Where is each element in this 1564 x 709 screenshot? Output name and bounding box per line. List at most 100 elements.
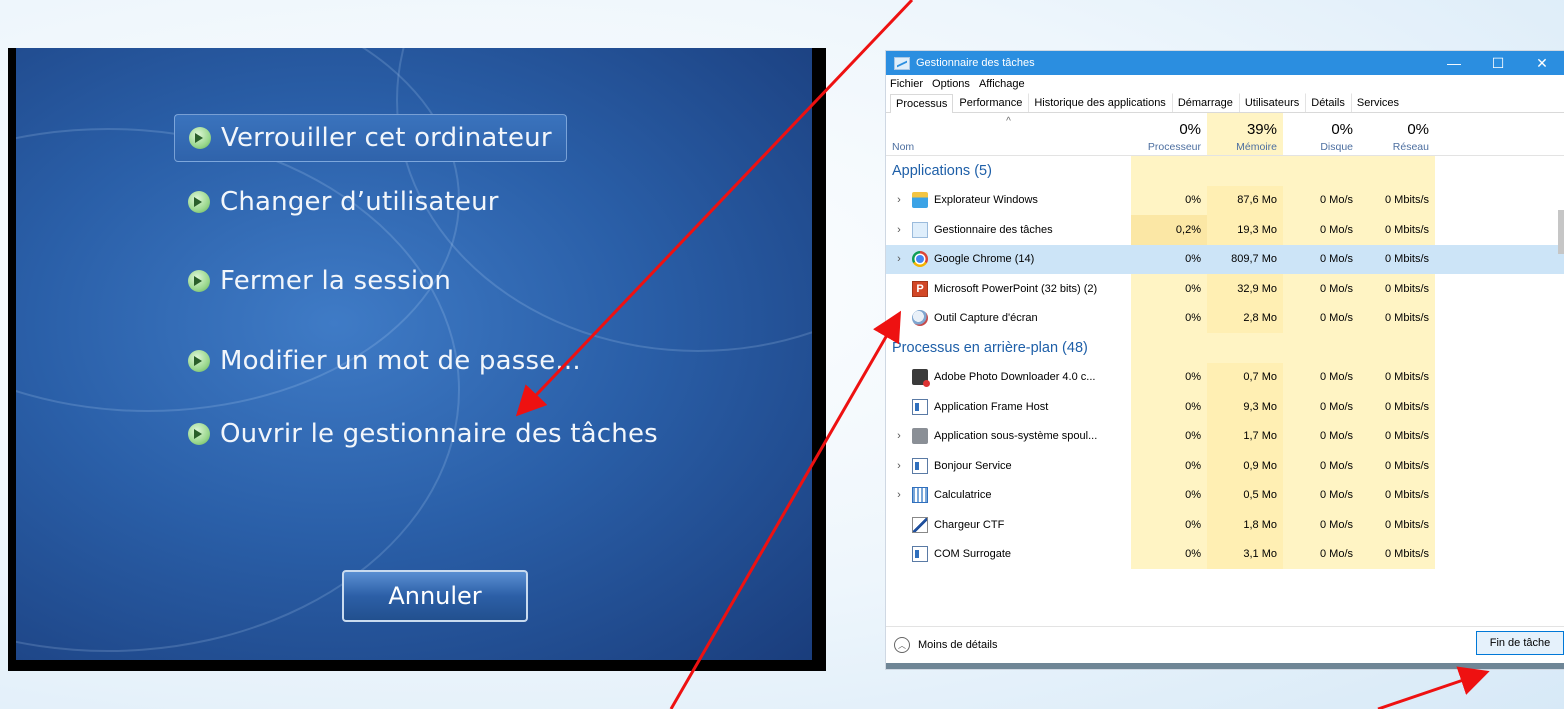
process-row[interactable]: ›Adobe Photo Downloader 4.0 c...0%0,7 Mo… <box>886 362 1564 392</box>
maximize-button[interactable]: ☐ <box>1476 51 1520 75</box>
process-name: Chargeur CTF <box>934 518 1005 531</box>
memory-column-header[interactable]: 39% Mémoire <box>1207 113 1283 155</box>
tab-app-history[interactable]: Historique des applications <box>1028 93 1171 112</box>
disk-cell: 0 Mo/s <box>1283 215 1359 245</box>
group-label: Processus en arrière-plan (48) <box>892 339 1088 356</box>
expand-chevron-icon[interactable]: › <box>891 194 907 206</box>
memory-cell <box>1207 333 1283 363</box>
process-row[interactable]: › Google Chrome (14) 0% 809,7 Mo 0 Mo/s 0 Mbi… <box>886 244 1564 274</box>
lock-computer-option[interactable]: Verrouiller cet ordinateur <box>174 114 567 162</box>
process-row[interactable]: › Bonjour Service 0% 0,9 Mo 0 Mo/s 0 Mbits/s <box>886 451 1564 481</box>
network-cell: 0 Mbits/s <box>1359 303 1435 333</box>
snipping-tool-icon <box>912 310 928 327</box>
network-cell: 0 Mbits/s <box>1359 421 1435 451</box>
cpu-cell: 0% <box>1131 303 1207 333</box>
network-column-header[interactable]: 0% Réseau <box>1359 113 1435 155</box>
memory-cell: 0,5 Mo <box>1207 480 1283 510</box>
process-name: Gestionnaire des tâches <box>934 223 1053 236</box>
process-name: Adobe Photo Downloader 4.0 c... <box>934 371 1096 384</box>
switch-user-option[interactable]: Changer d’utilisateur <box>188 187 499 217</box>
memory-cell: 87,6 Mo <box>1207 185 1283 215</box>
disk-total: 0% <box>1331 121 1353 138</box>
arrow-circle-icon <box>188 270 210 292</box>
cancel-button[interactable]: Annuler <box>342 570 528 622</box>
window-title: Gestionnaire des tâches <box>916 57 1035 69</box>
process-row[interactable]: ›PMicrosoft PowerPoint (32 bits) (2)0%32… <box>886 274 1564 304</box>
cpu-cell: 0% <box>1185 253 1201 266</box>
disk-cell: 0 Mo/s <box>1283 362 1359 392</box>
cpu-cell: 0% <box>1131 185 1207 215</box>
cpu-cell: 0% <box>1131 421 1207 451</box>
open-task-manager-option[interactable]: Ouvrir le gestionnaire des tâches <box>188 419 658 449</box>
process-row[interactable]: ›COM Surrogate0%3,1 Mo0 Mo/s0 Mbits/s <box>886 539 1564 569</box>
network-cell: 0 Mbits/s <box>1359 274 1435 304</box>
process-row[interactable]: › Outil Capture d'écran 0% 2,8 Mo 0 Mo/s 0 Mb… <box>886 303 1564 333</box>
process-row[interactable]: ›Chargeur CTF0%1,8 Mo0 Mo/s0 Mbits/s <box>886 510 1564 540</box>
process-row[interactable]: › Application sous-système spoul... 0% 1,7 … <box>886 421 1564 451</box>
expand-chevron-icon[interactable]: › <box>891 430 907 442</box>
column-name-header[interactable]: Nom <box>892 141 914 153</box>
process-name-cell: › Calculatrice <box>886 481 1131 511</box>
title-bar: Gestionnaire des tâches — ☐ ✕ <box>886 51 1564 75</box>
scrollbar-thumb[interactable] <box>1558 210 1564 254</box>
memory-cell: 809,7 Mo <box>1231 253 1277 266</box>
process-row[interactable]: › Explorateur Windows 0% 87,6 Mo 0 Mo/s 0 Mbi… <box>886 185 1564 215</box>
option-label: Verrouiller cet ordinateur <box>221 123 552 153</box>
menu-view[interactable]: Affichage <box>979 78 1025 90</box>
tab-users[interactable]: Utilisateurs <box>1238 93 1305 112</box>
cpu-cell: 0% <box>1131 510 1207 540</box>
process-name-cell: ›Chargeur CTF <box>886 510 1131 540</box>
process-row[interactable]: ›Application Frame Host0%9,3 Mo0 Mo/s0 M… <box>886 392 1564 422</box>
expand-chevron-icon[interactable]: › <box>891 489 907 501</box>
cpu-cell <box>1131 333 1207 363</box>
cpu-cell: 0% <box>1131 362 1207 392</box>
disk-column-header[interactable]: 0% Disque <box>1283 113 1359 155</box>
disk-cell <box>1283 333 1359 363</box>
process-name-cell: › Bonjour Service <box>886 451 1131 481</box>
cpu-cell: 0% <box>1131 274 1207 304</box>
process-name: Application sous-système spoul... <box>934 430 1098 443</box>
fewer-details-button[interactable]: ︿ Moins de détails <box>894 637 998 653</box>
process-row[interactable]: › Calculatrice 0% 0,5 Mo 0 Mo/s 0 Mbits/s <box>886 480 1564 511</box>
expand-chevron-icon[interactable]: › <box>891 253 907 265</box>
chrome-icon <box>912 251 928 268</box>
printer-icon <box>912 428 928 445</box>
tab-processes[interactable]: Processus <box>890 94 954 113</box>
sign-out-option[interactable]: Fermer la session <box>188 266 451 296</box>
memory-cell: 1,7 Mo <box>1207 421 1283 451</box>
tab-startup[interactable]: Démarrage <box>1171 93 1239 112</box>
menu-options[interactable]: Options <box>932 78 970 90</box>
close-button[interactable]: ✕ <box>1520 51 1564 75</box>
memory-label: Mémoire <box>1236 141 1277 153</box>
process-name: Application Frame Host <box>934 400 1049 413</box>
process-name-cell: ›PMicrosoft PowerPoint (32 bits) (2) <box>886 274 1131 304</box>
end-task-button[interactable]: Fin de tâche <box>1476 631 1564 655</box>
network-cell: 0 Mbits/s <box>1359 451 1435 481</box>
menu-file[interactable]: Fichier <box>890 78 923 90</box>
arrow-circle-icon <box>188 350 210 372</box>
desktop-strip <box>886 663 1564 669</box>
cpu-cell: 0% <box>1131 539 1207 569</box>
cpu-label: Processeur <box>1147 141 1201 153</box>
expand-chevron-icon[interactable]: › <box>891 460 907 472</box>
process-row[interactable]: › Gestionnaire des tâches 0,2% 19,3 Mo 0 Mo/… <box>886 215 1564 245</box>
com-surrogate-icon <box>912 546 928 563</box>
process-name-cell: ›Application Frame Host <box>886 392 1131 422</box>
network-cell: 0 Mbits/s <box>1359 185 1435 215</box>
disk-cell: 0 Mo/s <box>1283 451 1359 481</box>
cpu-column-header[interactable]: 0% Processeur <box>1131 113 1207 155</box>
process-name: COM Surrogate <box>934 548 1012 561</box>
memory-cell: 3,1 Mo <box>1207 539 1283 569</box>
expand-chevron-icon[interactable]: › <box>891 312 907 324</box>
tab-details[interactable]: Détails <box>1305 93 1351 112</box>
minimize-button[interactable]: — <box>1432 51 1476 75</box>
calculator-icon <box>912 487 928 504</box>
change-password-option[interactable]: Modifier un mot de passe... <box>188 346 581 376</box>
tab-performance[interactable]: Performance <box>953 93 1028 112</box>
tab-bar: Processus Performance Historique des app… <box>886 92 1564 113</box>
fewer-details-label: Moins de détails <box>918 639 998 651</box>
expand-chevron-icon[interactable]: › <box>891 224 907 236</box>
tab-services[interactable]: Services <box>1350 93 1405 112</box>
process-name: Explorateur Windows <box>934 194 1038 207</box>
process-name: Outil Capture d'écran <box>934 312 1038 325</box>
